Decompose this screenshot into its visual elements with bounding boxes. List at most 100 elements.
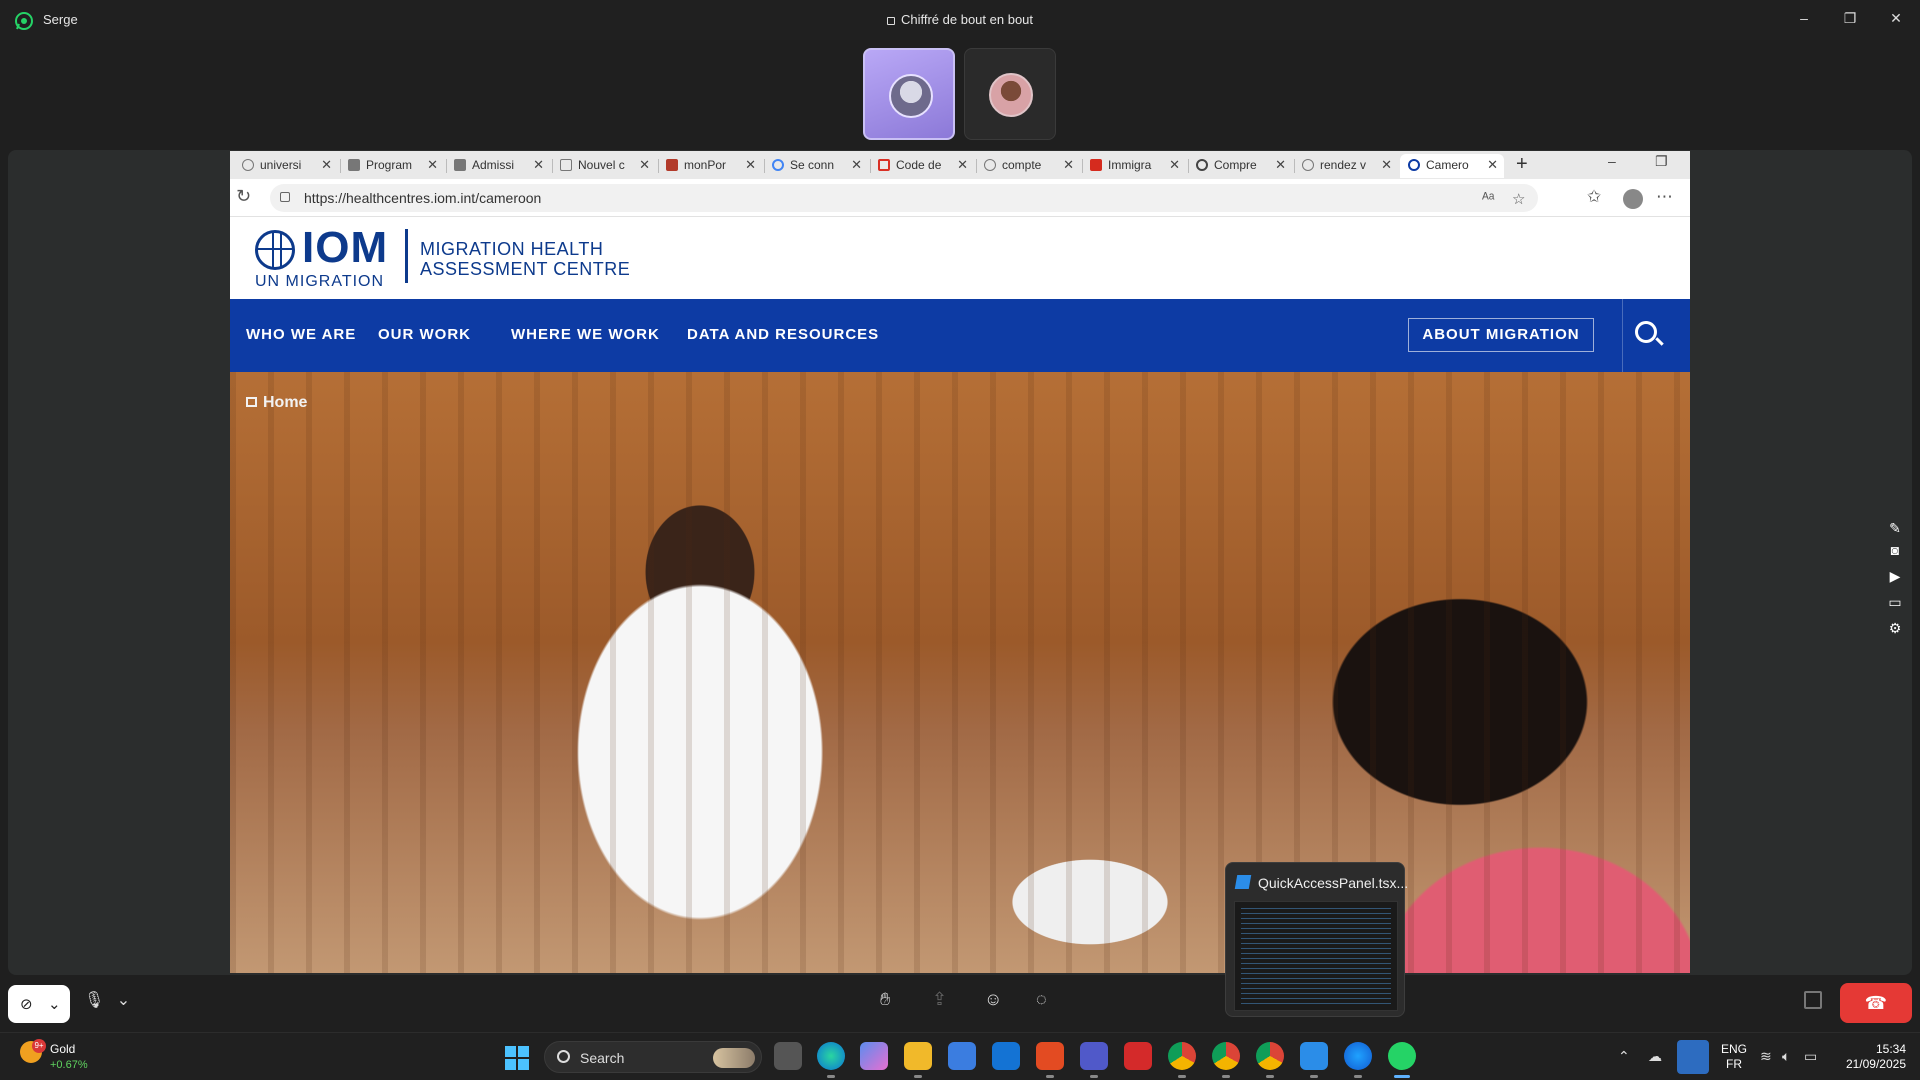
vscode-icon[interactable] — [1300, 1042, 1328, 1078]
tab-3[interactable]: Nouvel c ✕ — [552, 154, 656, 178]
profile-avatar[interactable] — [1623, 189, 1643, 209]
browser-minimize-button[interactable]: – — [1608, 153, 1616, 169]
share-screen-icon[interactable]: ⇪ — [932, 989, 947, 1010]
participant-tile-self[interactable] — [863, 48, 955, 140]
volume-icon[interactable]: 🔈︎ — [1782, 1048, 1790, 1065]
maximize-button[interactable]: ❐ — [1830, 4, 1870, 32]
participant-tile-serge[interactable] — [964, 48, 1056, 140]
about-migration-button[interactable]: ABOUT MIGRATION — [1408, 318, 1594, 352]
tab-4[interactable]: monPor ✕ — [658, 154, 762, 178]
pin-icon[interactable]: ✎ — [1884, 520, 1906, 542]
close-tab-icon[interactable]: ✕ — [321, 154, 332, 176]
chat-icon[interactable]: ◌ — [1036, 989, 1047, 1010]
reload-icon[interactable]: ↻ — [236, 186, 251, 207]
tab-8[interactable]: Immigra ✕ — [1082, 154, 1186, 178]
whatsapp-icon[interactable] — [1388, 1042, 1416, 1078]
microphone-in-use-icon[interactable] — [1677, 1040, 1709, 1074]
nav-who-we-are[interactable]: WHO WE ARE — [246, 326, 356, 343]
preview-title: QuickAccessPanel.tsx... — [1258, 875, 1409, 891]
nav-data-and-resources[interactable]: DATA AND RESOURCES — [687, 326, 879, 343]
microphone-button[interactable]: 🎙︎ ⌄ — [84, 990, 130, 1010]
brave-icon[interactable] — [1036, 1042, 1064, 1078]
file-explorer-icon[interactable] — [904, 1042, 932, 1078]
wps-office-icon[interactable] — [1124, 1042, 1152, 1070]
preview-thumbnail[interactable] — [1234, 901, 1398, 1011]
minimize-button[interactable]: – — [1784, 4, 1824, 32]
copilot-icon[interactable] — [860, 1042, 888, 1070]
close-tab-icon[interactable]: ✕ — [533, 154, 544, 176]
chrome-profile-icon[interactable] — [1212, 1042, 1240, 1078]
breadcrumb[interactable]: Home — [246, 394, 307, 412]
maple-leaf-icon — [1090, 159, 1102, 171]
wifi-icon[interactable]: ≋ — [1760, 1048, 1772, 1065]
favorites-icon[interactable]: ✩ — [1587, 187, 1601, 207]
tab-10[interactable]: rendez v ✕ — [1294, 154, 1398, 178]
favorite-star-icon[interactable]: ☆ — [1512, 190, 1525, 208]
close-tab-icon[interactable]: ✕ — [1487, 154, 1498, 176]
home-icon — [246, 397, 257, 407]
site-info-icon[interactable] — [280, 192, 290, 202]
add-participant-icon[interactable]: ☺ — [984, 989, 1002, 1010]
camera-toggle-button[interactable]: ⊘ ⌄ — [8, 985, 70, 1023]
edge-icon[interactable] — [817, 1042, 845, 1078]
close-button[interactable]: ✕ — [1876, 4, 1916, 32]
chevron-up-icon[interactable]: ⌃ — [1618, 1048, 1630, 1065]
un-emblem-icon — [255, 230, 295, 270]
close-tab-icon[interactable]: ✕ — [1063, 154, 1074, 176]
tab-7[interactable]: compte ✕ — [976, 154, 1080, 178]
tab-label: Immigra — [1108, 158, 1152, 172]
camera-icon[interactable]: ◙ — [1884, 542, 1906, 564]
close-tab-icon[interactable]: ✕ — [851, 154, 862, 176]
battery-icon[interactable]: ▭ — [1804, 1048, 1817, 1065]
taskbar-search[interactable]: Search — [544, 1041, 762, 1073]
edge-dev-icon[interactable] — [1344, 1042, 1372, 1078]
input-language[interactable]: ENG FR — [1716, 1042, 1752, 1072]
url-text: https://healthcentres.iom.int/cameroon — [304, 190, 542, 206]
chrome-icon[interactable] — [1168, 1042, 1196, 1078]
nav-where-we-work[interactable]: WHERE WE WORK — [511, 326, 660, 343]
logo-iom[interactable]: IOM — [302, 223, 388, 273]
tab-0[interactable]: universi ✕ — [234, 154, 338, 178]
clock[interactable]: 15:34 21/09/2025 — [1830, 1042, 1906, 1072]
tab-1[interactable]: Program ✕ — [340, 154, 444, 178]
chrome-profile-icon[interactable] — [1256, 1042, 1284, 1078]
search-icon — [557, 1050, 570, 1063]
tab-11-active[interactable]: Camero ✕ — [1400, 154, 1504, 178]
end-call-button[interactable]: ☎ — [1840, 983, 1912, 1023]
cloud-off-icon[interactable]: ☁ — [1648, 1048, 1662, 1065]
iom-icon — [1408, 159, 1420, 171]
chevron-down-icon[interactable]: ⌄ — [48, 995, 61, 1013]
close-tab-icon[interactable]: ✕ — [957, 154, 968, 176]
chevron-down-icon[interactable]: ⌄ — [117, 992, 130, 1009]
close-tab-icon[interactable]: ✕ — [1381, 154, 1392, 176]
url-input[interactable]: https://healthcentres.iom.int/cameroon ᴬ… — [270, 184, 1538, 212]
raise-hand-icon[interactable]: ✋︎ — [880, 989, 890, 1010]
window-icon[interactable]: ▭ — [1884, 594, 1906, 616]
tab-2[interactable]: Admissi ✕ — [446, 154, 550, 178]
teams-icon[interactable] — [1080, 1042, 1108, 1078]
nav-our-work[interactable]: OUR WORK — [378, 326, 471, 343]
layout-icon[interactable] — [1804, 991, 1822, 1009]
store-icon[interactable] — [948, 1042, 976, 1070]
more-menu-icon[interactable]: ⋯ — [1656, 187, 1673, 207]
tab-9[interactable]: Compre ✕ — [1188, 154, 1292, 178]
close-tab-icon[interactable]: ✕ — [427, 154, 438, 176]
search-icon[interactable] — [1635, 321, 1657, 343]
read-aloud-icon[interactable]: ᴬᵃ — [1482, 190, 1494, 207]
close-tab-icon[interactable]: ✕ — [745, 154, 756, 176]
tab-6[interactable]: Code de ✕ — [870, 154, 974, 178]
task-view-icon[interactable] — [774, 1042, 802, 1070]
widget-title[interactable]: Gold — [50, 1042, 75, 1056]
close-tab-icon[interactable]: ✕ — [639, 154, 650, 176]
close-tab-icon[interactable]: ✕ — [1275, 154, 1286, 176]
browser-restore-button[interactable]: ❐ — [1655, 153, 1668, 170]
start-button[interactable] — [505, 1046, 529, 1070]
new-tab-button[interactable]: + — [1516, 153, 1528, 176]
openai-icon — [1196, 159, 1208, 171]
settings-icon[interactable]: ⚙ — [1884, 620, 1906, 642]
outlook-icon[interactable] — [992, 1042, 1020, 1070]
video-icon[interactable]: ▶ — [1884, 568, 1906, 590]
tab-5[interactable]: Se conn ✕ — [764, 154, 868, 178]
taskbar-preview[interactable]: QuickAccessPanel.tsx... — [1225, 862, 1409, 1017]
close-tab-icon[interactable]: ✕ — [1169, 154, 1180, 176]
